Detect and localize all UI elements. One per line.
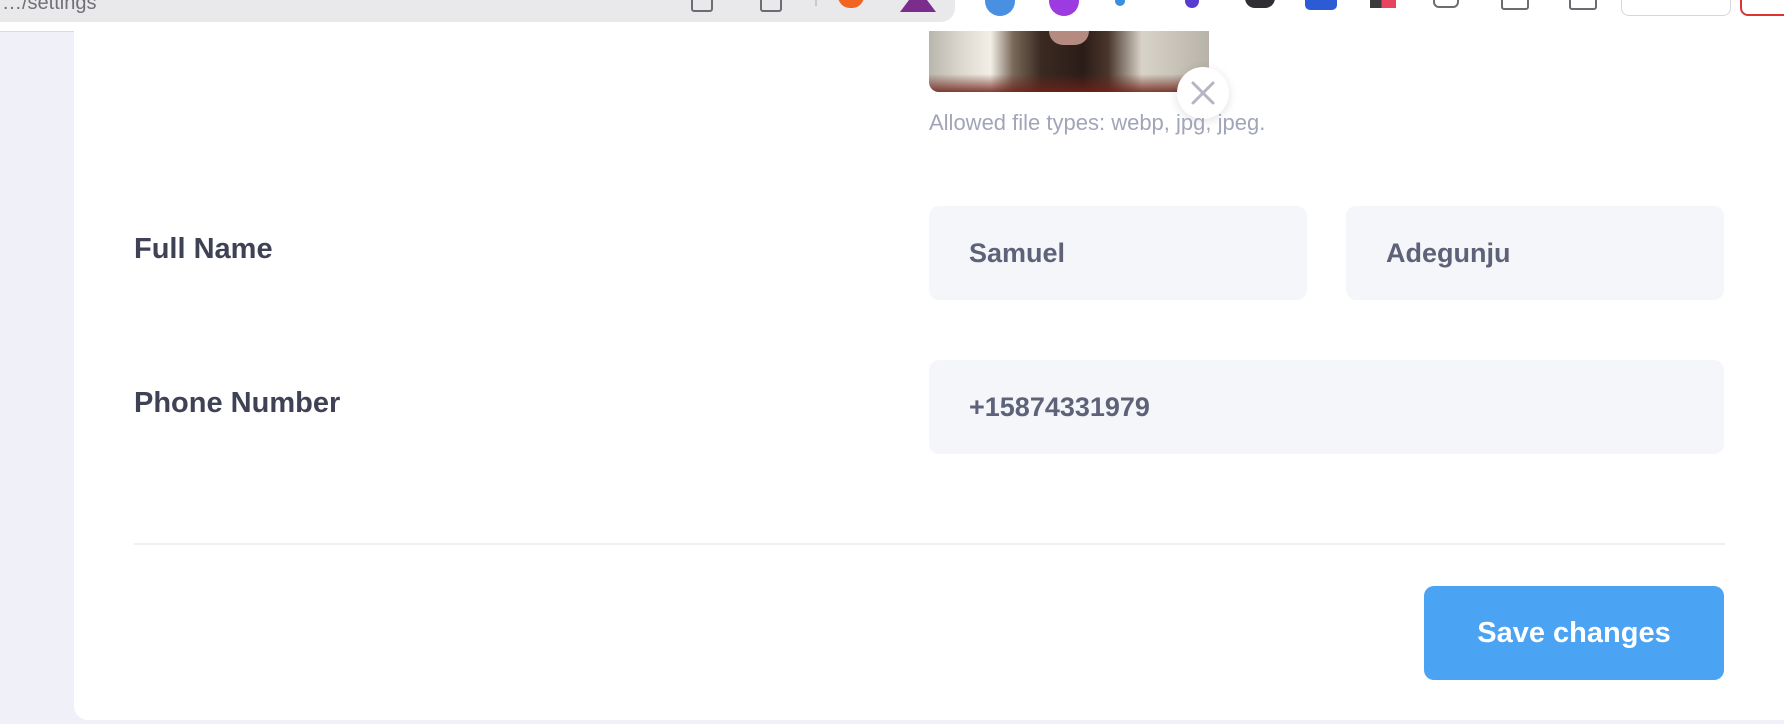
form-divider — [134, 543, 1725, 545]
browser-toolbar: …/settings — [0, 0, 1784, 32]
address-bar[interactable]: …/settings — [0, 0, 955, 22]
last-name-input[interactable] — [1346, 206, 1724, 300]
share-icon[interactable] — [760, 0, 782, 12]
screenshot-icon[interactable] — [691, 0, 713, 12]
address-bar-text: …/settings — [2, 0, 97, 14]
rewards-icon[interactable] — [900, 0, 936, 12]
full-name-label: Full Name — [134, 233, 273, 265]
avatar-image-detail — [1049, 31, 1089, 45]
update-button[interactable] — [1740, 0, 1784, 16]
extension-icon-dark[interactable] — [1245, 0, 1275, 8]
extension-icon-pin[interactable] — [1115, 0, 1125, 6]
toolbar-separator — [815, 0, 817, 6]
phone-number-label: Phone Number — [134, 387, 341, 419]
phone-number-input[interactable] — [929, 360, 1724, 454]
sidebar-icon[interactable] — [1501, 0, 1529, 10]
first-name-input[interactable] — [929, 206, 1307, 300]
extension-icon-blue[interactable] — [985, 0, 1015, 16]
close-icon — [1191, 81, 1215, 105]
extension-icon-square[interactable] — [1305, 0, 1337, 10]
extension-icon-flag[interactable] — [1370, 0, 1396, 8]
extension-icon-small[interactable] — [1185, 0, 1199, 8]
extensions-puzzle-icon[interactable] — [1433, 0, 1459, 8]
avatar-image-shade — [929, 74, 1209, 92]
wallet-icon[interactable] — [1569, 0, 1597, 10]
profile-button[interactable] — [1621, 0, 1731, 16]
save-changes-button[interactable]: Save changes — [1424, 586, 1724, 680]
avatar-image — [929, 31, 1209, 92]
avatar-file-types-hint: Allowed file types: webp, jpg, jpeg. — [929, 110, 1266, 135]
extension-icon-purple[interactable] — [1049, 0, 1079, 16]
